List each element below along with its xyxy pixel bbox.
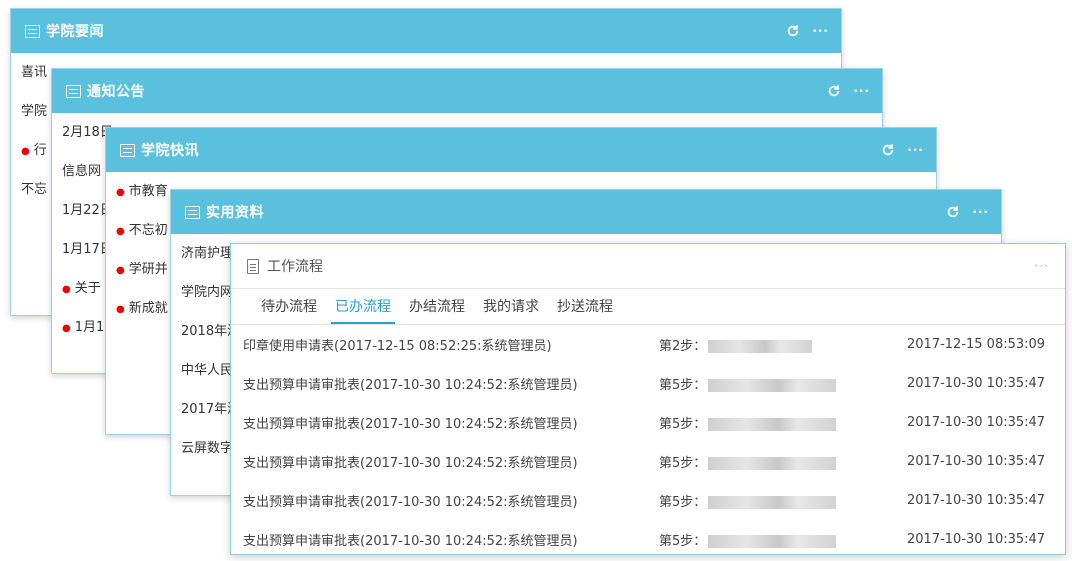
redacted-block bbox=[708, 535, 837, 548]
more-icon[interactable]: ··· bbox=[972, 206, 989, 218]
flow-step: 第2步： bbox=[659, 335, 813, 354]
resources-card-header: 实用资料 ··· bbox=[171, 190, 1001, 234]
express-card-title: 学院快讯 bbox=[141, 143, 199, 159]
newspaper-icon bbox=[120, 143, 135, 157]
table-row[interactable]: 支出预算申请审批表(2017-10-30 10:24:52:系统管理员) 第5步… bbox=[231, 520, 1065, 554]
tab-completed[interactable]: 办结流程 bbox=[405, 289, 469, 324]
redacted-block bbox=[708, 457, 837, 470]
bullet-dot-icon: ● bbox=[116, 187, 125, 198]
refresh-icon[interactable] bbox=[786, 24, 800, 38]
flow-step: 第5步： bbox=[659, 452, 837, 471]
express-card-header: 学院快讯 ··· bbox=[106, 128, 936, 172]
more-icon[interactable]: ··· bbox=[1035, 259, 1049, 273]
table-row[interactable]: 印章使用申请表(2017-12-15 08:52:25:系统管理员) 第2步： … bbox=[231, 325, 1065, 364]
workflow-tabs: 待办流程 已办流程 办结流程 我的请求 抄送流程 bbox=[231, 289, 1065, 325]
tab-pending[interactable]: 待办流程 bbox=[257, 289, 321, 324]
redacted-block bbox=[708, 340, 813, 353]
flow-time: 2017-10-30 10:35:47 bbox=[907, 532, 1046, 547]
more-icon[interactable]: ··· bbox=[853, 85, 870, 97]
document-icon bbox=[247, 258, 259, 274]
flow-time: 2017-10-30 10:35:47 bbox=[907, 454, 1046, 469]
workflow-panel: 工作流程 ··· 待办流程 已办流程 办结流程 我的请求 抄送流程 印章使用申请… bbox=[230, 243, 1066, 555]
redacted-block bbox=[708, 379, 837, 392]
workflow-header: 工作流程 ··· bbox=[231, 244, 1065, 289]
bullet-dot-icon: ● bbox=[116, 265, 125, 276]
notice-card-title: 通知公告 bbox=[87, 84, 145, 100]
table-row[interactable]: 支出预算申请审批表(2017-10-30 10:24:52:系统管理员) 第5步… bbox=[231, 442, 1065, 481]
refresh-icon[interactable] bbox=[881, 143, 895, 157]
more-icon[interactable]: ··· bbox=[812, 25, 829, 37]
bullet-dot-icon: ● bbox=[116, 304, 125, 315]
flow-step: 第5步： bbox=[659, 530, 837, 549]
tab-my-requests[interactable]: 我的请求 bbox=[479, 289, 543, 324]
news-card-header: 学院要闻 ··· bbox=[11, 9, 841, 53]
newspaper-icon bbox=[25, 24, 40, 38]
more-icon[interactable]: ··· bbox=[907, 144, 924, 156]
table-row[interactable]: 支出预算申请审批表(2017-10-30 10:24:52:系统管理员) 第5步… bbox=[231, 403, 1065, 442]
notice-card-header: 通知公告 ··· bbox=[52, 69, 882, 113]
bullet-dot-icon: ● bbox=[62, 323, 71, 334]
tab-handled[interactable]: 已办流程 bbox=[331, 289, 395, 324]
flow-step: 第5步： bbox=[659, 374, 837, 393]
table-row[interactable]: 支出预算申请审批表(2017-10-30 10:24:52:系统管理员) 第5步… bbox=[231, 481, 1065, 520]
bullet-dot-icon: ● bbox=[116, 226, 125, 237]
refresh-icon[interactable] bbox=[946, 205, 960, 219]
flow-name[interactable]: 支出预算申请审批表(2017-10-30 10:24:52:系统管理员) bbox=[243, 530, 578, 549]
flow-name[interactable]: 支出预算申请审批表(2017-10-30 10:24:52:系统管理员) bbox=[243, 413, 578, 432]
flow-time: 2017-10-30 10:35:47 bbox=[907, 415, 1046, 430]
flow-name[interactable]: 支出预算申请审批表(2017-10-30 10:24:52:系统管理员) bbox=[243, 374, 578, 393]
flow-step: 第5步： bbox=[659, 413, 837, 432]
refresh-icon[interactable] bbox=[827, 84, 841, 98]
news-card-title: 学院要闻 bbox=[46, 24, 104, 40]
flow-time: 2017-12-15 08:53:09 bbox=[907, 337, 1046, 352]
flow-name[interactable]: 支出预算申请审批表(2017-10-30 10:24:52:系统管理员) bbox=[243, 491, 578, 510]
flow-time: 2017-10-30 10:35:47 bbox=[907, 376, 1046, 391]
flow-time: 2017-10-30 10:35:47 bbox=[907, 493, 1046, 508]
workflow-title: 工作流程 bbox=[267, 259, 323, 275]
resources-card-title: 实用资料 bbox=[206, 205, 264, 221]
redacted-block bbox=[708, 496, 837, 509]
folder-icon bbox=[185, 205, 200, 219]
workflow-list: 印章使用申请表(2017-12-15 08:52:25:系统管理员) 第2步： … bbox=[231, 325, 1065, 554]
flow-name[interactable]: 支出预算申请审批表(2017-10-30 10:24:52:系统管理员) bbox=[243, 452, 578, 471]
flow-step: 第5步： bbox=[659, 491, 837, 510]
announcement-icon bbox=[66, 84, 81, 98]
flow-name[interactable]: 印章使用申请表(2017-12-15 08:52:25:系统管理员) bbox=[243, 335, 552, 354]
table-row[interactable]: 支出预算申请审批表(2017-10-30 10:24:52:系统管理员) 第5步… bbox=[231, 364, 1065, 403]
bullet-dot-icon: ● bbox=[62, 284, 71, 295]
tab-cc[interactable]: 抄送流程 bbox=[553, 289, 617, 324]
redacted-block bbox=[708, 418, 837, 431]
bullet-dot-icon: ● bbox=[21, 146, 30, 157]
